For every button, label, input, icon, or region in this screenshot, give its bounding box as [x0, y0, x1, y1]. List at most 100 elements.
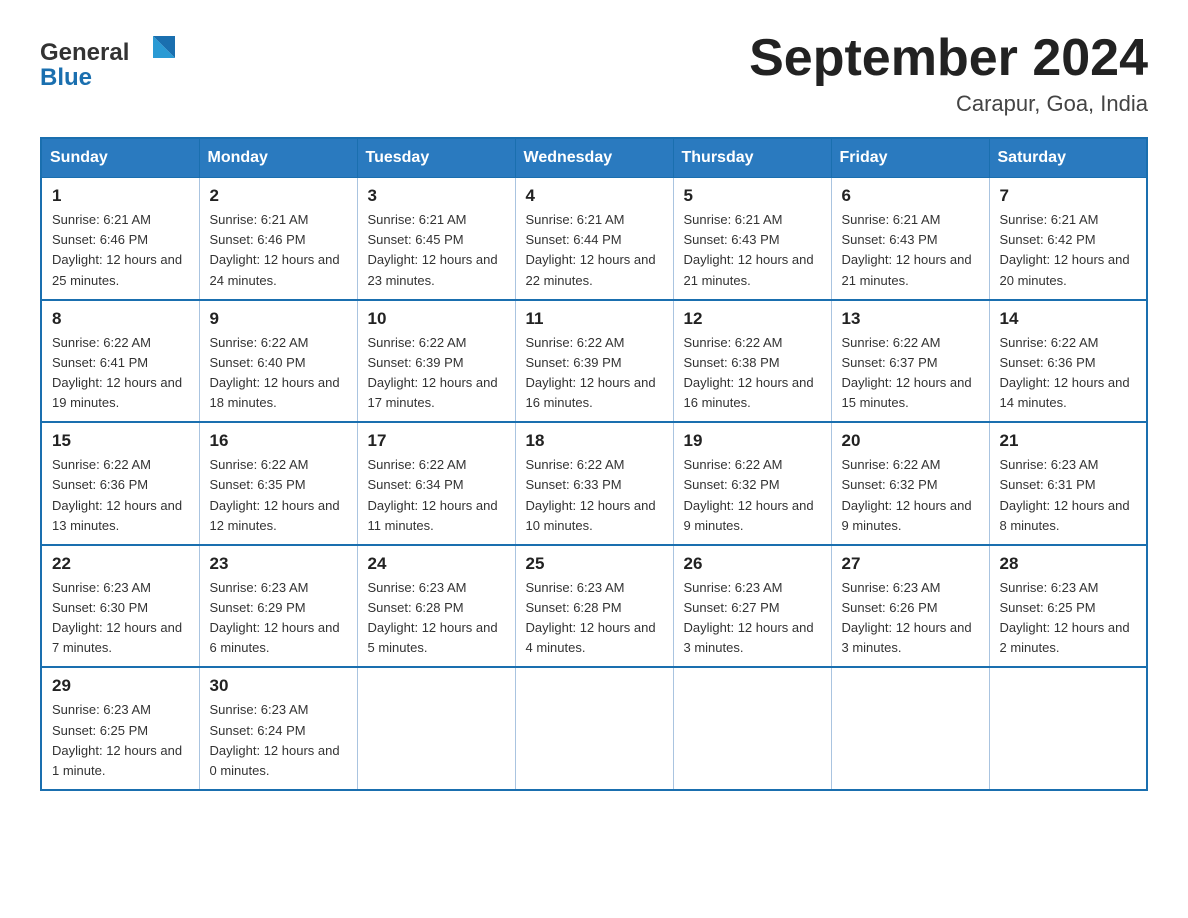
day-number: 13: [842, 309, 979, 329]
header-wednesday: Wednesday: [515, 138, 673, 178]
day-number: 20: [842, 431, 979, 451]
day-number: 23: [210, 554, 347, 574]
calendar-cell: 7 Sunrise: 6:21 AMSunset: 6:42 PMDaylight…: [989, 178, 1147, 300]
day-number: 1: [52, 186, 189, 206]
calendar-cell: 14Sunrise: 6:22 AMSunset: 6:36 PMDayligh…: [989, 300, 1147, 423]
day-number: 27: [842, 554, 979, 574]
calendar-cell: 11 Sunrise: 6:22 AMSunset: 6:39 PMDayligh…: [515, 300, 673, 423]
calendar-cell: 15Sunrise: 6:22 AMSunset: 6:36 PMDayligh…: [41, 422, 199, 545]
day-info: Sunrise: 6:23 AMSunset: 6:27 PMDaylight:…: [684, 578, 821, 659]
location: Carapur, Goa, India: [749, 91, 1148, 117]
day-number: 7: [1000, 186, 1137, 206]
day-info: Sunrise: 6:21 AMSunset: 6:42 PMDaylight:…: [1000, 210, 1137, 291]
day-number: 12: [684, 309, 821, 329]
calendar-cell: 29 Sunrise: 6:23 AMSunset: 6:25 PMDayligh…: [41, 667, 199, 790]
calendar-cell: 22 Sunrise: 6:23 AMSunset: 6:30 PMDayligh…: [41, 545, 199, 668]
day-info: Sunrise: 6:22 AMSunset: 6:39 PMDaylight:…: [526, 333, 663, 414]
calendar-cell: 25Sunrise: 6:23 AMSunset: 6:28 PMDayligh…: [515, 545, 673, 668]
calendar-week-2: 8Sunrise: 6:22 AMSunset: 6:41 PMDaylight…: [41, 300, 1147, 423]
day-number: 17: [368, 431, 505, 451]
calendar-week-5: 29 Sunrise: 6:23 AMSunset: 6:25 PMDayligh…: [41, 667, 1147, 790]
day-info: Sunrise: 6:21 AMSunset: 6:44 PMDaylight:…: [526, 210, 663, 291]
calendar-cell: [357, 667, 515, 790]
header-friday: Friday: [831, 138, 989, 178]
day-info: Sunrise: 6:23 AMSunset: 6:28 PMDaylight:…: [368, 578, 505, 659]
day-info: Sunrise: 6:21 AMSunset: 6:43 PMDaylight:…: [684, 210, 821, 291]
day-info: Sunrise: 6:23 AMSunset: 6:31 PMDaylight:…: [1000, 455, 1137, 536]
logo: General Blue: [40, 30, 200, 95]
day-number: 6: [842, 186, 979, 206]
day-info: Sunrise: 6:23 AMSunset: 6:29 PMDaylight:…: [210, 578, 347, 659]
calendar-cell: [831, 667, 989, 790]
calendar-cell: 9 Sunrise: 6:22 AMSunset: 6:40 PMDaylight…: [199, 300, 357, 423]
day-number: 22: [52, 554, 189, 574]
day-info: Sunrise: 6:21 AMSunset: 6:46 PMDaylight:…: [52, 210, 189, 291]
calendar-cell: [673, 667, 831, 790]
day-info: Sunrise: 6:22 AMSunset: 6:36 PMDaylight:…: [1000, 333, 1137, 414]
day-number: 5: [684, 186, 821, 206]
calendar-cell: 26 Sunrise: 6:23 AMSunset: 6:27 PMDayligh…: [673, 545, 831, 668]
day-number: 29: [52, 676, 189, 696]
day-number: 4: [526, 186, 663, 206]
logo-block: General Blue: [40, 30, 200, 95]
calendar-cell: 27 Sunrise: 6:23 AMSunset: 6:26 PMDayligh…: [831, 545, 989, 668]
header-monday: Monday: [199, 138, 357, 178]
day-info: Sunrise: 6:23 AMSunset: 6:24 PMDaylight:…: [210, 700, 347, 781]
day-info: Sunrise: 6:22 AMSunset: 6:35 PMDaylight:…: [210, 455, 347, 536]
title-block: September 2024 Carapur, Goa, India: [749, 30, 1148, 117]
day-number: 9: [210, 309, 347, 329]
calendar-cell: 3Sunrise: 6:21 AMSunset: 6:45 PMDaylight…: [357, 178, 515, 300]
calendar-cell: 4 Sunrise: 6:21 AMSunset: 6:44 PMDaylight…: [515, 178, 673, 300]
day-info: Sunrise: 6:22 AMSunset: 6:32 PMDaylight:…: [842, 455, 979, 536]
day-number: 25: [526, 554, 663, 574]
day-number: 16: [210, 431, 347, 451]
day-info: Sunrise: 6:22 AMSunset: 6:40 PMDaylight:…: [210, 333, 347, 414]
calendar-cell: [989, 667, 1147, 790]
calendar-cell: 1 Sunrise: 6:21 AMSunset: 6:46 PMDaylight…: [41, 178, 199, 300]
day-info: Sunrise: 6:23 AMSunset: 6:25 PMDaylight:…: [52, 700, 189, 781]
day-number: 26: [684, 554, 821, 574]
header-sunday: Sunday: [41, 138, 199, 178]
day-number: 18: [526, 431, 663, 451]
day-info: Sunrise: 6:22 AMSunset: 6:37 PMDaylight:…: [842, 333, 979, 414]
page-header: General Blue September 2024 Carapur, Goa…: [40, 30, 1148, 117]
calendar-cell: 13 Sunrise: 6:22 AMSunset: 6:37 PMDayligh…: [831, 300, 989, 423]
svg-text:Blue: Blue: [40, 64, 92, 90]
day-info: Sunrise: 6:23 AMSunset: 6:30 PMDaylight:…: [52, 578, 189, 659]
day-info: Sunrise: 6:22 AMSunset: 6:38 PMDaylight:…: [684, 333, 821, 414]
calendar-week-3: 15Sunrise: 6:22 AMSunset: 6:36 PMDayligh…: [41, 422, 1147, 545]
calendar-cell: 16 Sunrise: 6:22 AMSunset: 6:35 PMDayligh…: [199, 422, 357, 545]
calendar-cell: 8Sunrise: 6:22 AMSunset: 6:41 PMDaylight…: [41, 300, 199, 423]
calendar-cell: 10Sunrise: 6:22 AMSunset: 6:39 PMDayligh…: [357, 300, 515, 423]
day-info: Sunrise: 6:22 AMSunset: 6:36 PMDaylight:…: [52, 455, 189, 536]
day-number: 28: [1000, 554, 1137, 574]
day-number: 11: [526, 309, 663, 329]
calendar-cell: 6 Sunrise: 6:21 AMSunset: 6:43 PMDaylight…: [831, 178, 989, 300]
calendar-cell: 24 Sunrise: 6:23 AMSunset: 6:28 PMDayligh…: [357, 545, 515, 668]
calendar-cell: 18 Sunrise: 6:22 AMSunset: 6:33 PMDayligh…: [515, 422, 673, 545]
calendar-table: SundayMondayTuesdayWednesdayThursdayFrid…: [40, 137, 1148, 791]
calendar-week-1: 1 Sunrise: 6:21 AMSunset: 6:46 PMDaylight…: [41, 178, 1147, 300]
header-thursday: Thursday: [673, 138, 831, 178]
month-title: September 2024: [749, 30, 1148, 87]
day-info: Sunrise: 6:21 AMSunset: 6:43 PMDaylight:…: [842, 210, 979, 291]
calendar-cell: 12 Sunrise: 6:22 AMSunset: 6:38 PMDayligh…: [673, 300, 831, 423]
day-number: 21: [1000, 431, 1137, 451]
calendar-cell: 2Sunrise: 6:21 AMSunset: 6:46 PMDaylight…: [199, 178, 357, 300]
day-number: 3: [368, 186, 505, 206]
calendar-header-row: SundayMondayTuesdayWednesdayThursdayFrid…: [41, 138, 1147, 178]
day-number: 30: [210, 676, 347, 696]
calendar-cell: 23 Sunrise: 6:23 AMSunset: 6:29 PMDayligh…: [199, 545, 357, 668]
day-info: Sunrise: 6:22 AMSunset: 6:33 PMDaylight:…: [526, 455, 663, 536]
header-tuesday: Tuesday: [357, 138, 515, 178]
day-number: 8: [52, 309, 189, 329]
day-info: Sunrise: 6:23 AMSunset: 6:26 PMDaylight:…: [842, 578, 979, 659]
calendar-cell: 17 Sunrise: 6:22 AMSunset: 6:34 PMDayligh…: [357, 422, 515, 545]
day-number: 10: [368, 309, 505, 329]
day-info: Sunrise: 6:22 AMSunset: 6:32 PMDaylight:…: [684, 455, 821, 536]
svg-text:General: General: [40, 39, 129, 66]
calendar-cell: 30 Sunrise: 6:23 AMSunset: 6:24 PMDayligh…: [199, 667, 357, 790]
calendar-cell: 20 Sunrise: 6:22 AMSunset: 6:32 PMDayligh…: [831, 422, 989, 545]
day-number: 24: [368, 554, 505, 574]
day-info: Sunrise: 6:22 AMSunset: 6:34 PMDaylight:…: [368, 455, 505, 536]
